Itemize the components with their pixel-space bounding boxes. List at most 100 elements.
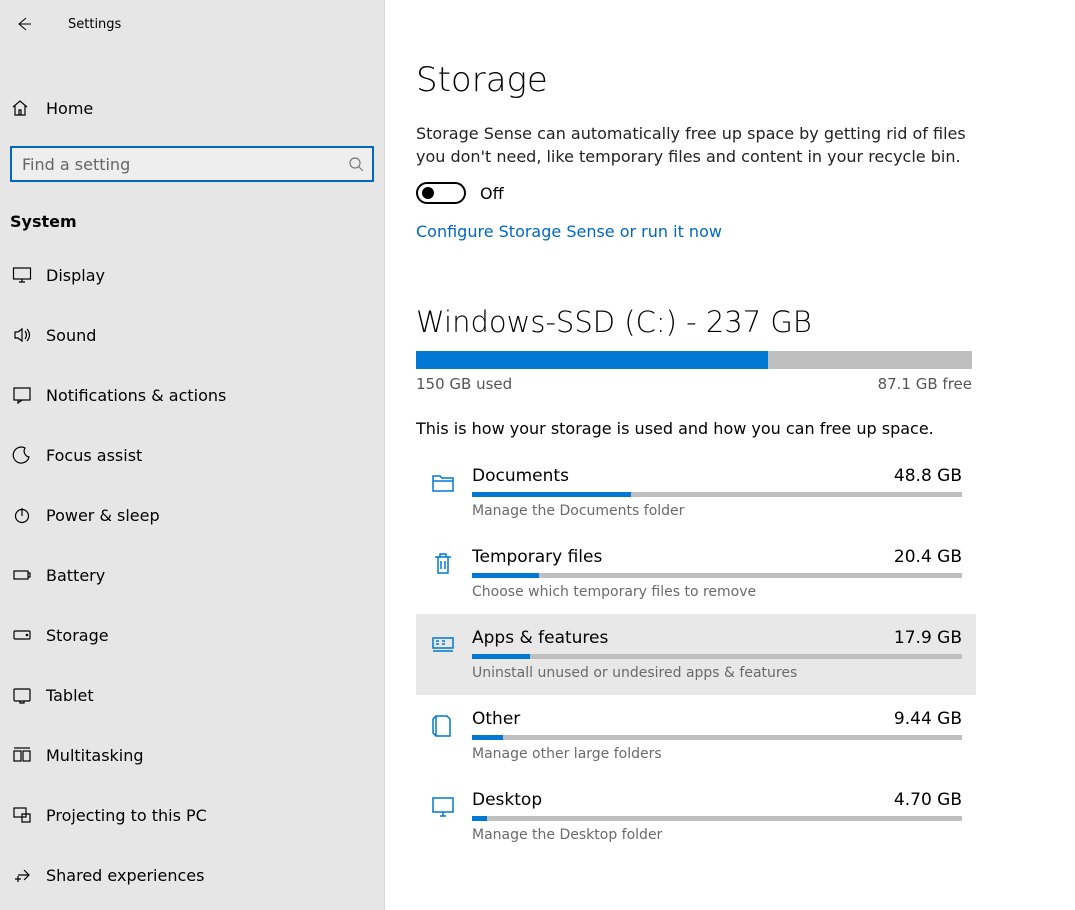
documents-icon <box>428 470 458 519</box>
category-bar-fill <box>472 573 539 578</box>
storage-sense-toggle-state: Off <box>480 184 504 203</box>
sidebar-item-focus[interactable]: Focus assist <box>0 425 384 485</box>
category-bar <box>472 573 962 578</box>
other-icon <box>428 713 458 762</box>
category-size: 4.70 GB <box>894 790 962 810</box>
category-name: Documents <box>472 466 569 486</box>
category-hint: Manage other large folders <box>472 746 962 762</box>
sidebar-item-battery[interactable]: Battery <box>0 545 384 605</box>
category-title-row: Desktop 4.70 GB <box>472 790 962 810</box>
category-bar-fill <box>472 735 503 740</box>
sidebar-item-label: Sound <box>46 326 96 345</box>
category-name: Temporary files <box>472 547 602 567</box>
sidebar-item-label: Power & sleep <box>46 506 160 525</box>
category-bar <box>472 816 962 821</box>
category-size: 17.9 GB <box>894 628 962 648</box>
notifications-icon <box>10 385 34 405</box>
category-bar <box>472 654 962 659</box>
category-title-row: Temporary files 20.4 GB <box>472 547 962 567</box>
sidebar-item-storage[interactable]: Storage <box>0 605 384 665</box>
tablet-icon <box>10 685 34 705</box>
category-row-apps[interactable]: Apps & features 17.9 GB Uninstall unused o… <box>416 614 976 695</box>
battery-icon <box>10 565 34 585</box>
sidebar-item-display[interactable]: Display <box>0 245 384 305</box>
storage-icon <box>10 625 34 645</box>
drive-usage-fill <box>416 351 768 369</box>
category-bar <box>472 735 962 740</box>
sidebar-item-label: Shared experiences <box>46 866 204 885</box>
search-box[interactable] <box>10 146 374 182</box>
storage-sense-description: Storage Sense can automatically free up … <box>416 122 976 168</box>
category-title-row: Documents48.8 GB <box>472 466 962 486</box>
storage-sense-toggle[interactable] <box>416 182 466 204</box>
power-icon <box>10 505 34 525</box>
sidebar-item-notifications[interactable]: Notifications & actions <box>0 365 384 425</box>
content-area: Storage Storage Sense can automatically … <box>386 0 1075 910</box>
sidebar-item-shared[interactable]: Shared experiences <box>0 845 384 905</box>
category-body: Temporary files 20.4 GB Choose which tempo… <box>472 547 962 600</box>
multitask-icon <box>10 745 34 765</box>
sidebar: Settings Home System Display Sound Notific… <box>0 0 385 910</box>
search-icon <box>348 156 364 172</box>
sidebar-item-label: Display <box>46 266 105 285</box>
category-size: 9.44 GB <box>894 709 962 729</box>
sidebar-item-label: Focus assist <box>46 446 142 465</box>
arrow-left-icon <box>16 16 32 32</box>
category-hint: Choose which temporary files to remove <box>472 584 962 600</box>
drive-used-label: 150 GB used <box>416 375 512 393</box>
category-body: Desktop 4.70 GB Manage the Desktop folder <box>472 790 962 843</box>
category-bar-fill <box>472 654 530 659</box>
sidebar-item-projecting[interactable]: Projecting to this PC <box>0 785 384 845</box>
category-hint: Uninstall unused or undesired apps & fea… <box>472 665 962 681</box>
sidebar-item-label: Storage <box>46 626 109 645</box>
category-row-other[interactable]: Other 9.44 GB Manage other large folders <box>416 695 976 776</box>
sidebar-item-multitask[interactable]: Multitasking <box>0 725 384 785</box>
focus-icon <box>10 445 34 465</box>
category-hint: Manage the Documents folder <box>472 503 962 519</box>
sidebar-item-label: Tablet <box>46 686 94 705</box>
app-title: Settings <box>48 17 121 32</box>
page-title: Storage <box>416 60 1045 100</box>
desktop-icon <box>428 794 458 843</box>
usage-breakdown-description: This is how your storage is used and how… <box>416 419 1045 438</box>
sidebar-item-label: Projecting to this PC <box>46 806 207 825</box>
back-button[interactable] <box>0 0 48 48</box>
category-list: Documents48.8 GB Manage the Documents fol… <box>416 452 1045 857</box>
drive-heading: Windows-SSD (C:) - 237 GB <box>416 305 1045 339</box>
sidebar-item-label: Multitasking <box>46 746 144 765</box>
titlebar-left: Settings <box>0 0 384 48</box>
sound-icon <box>10 325 34 345</box>
display-icon <box>10 265 34 285</box>
drive-usage-bar <box>416 351 972 369</box>
storage-sense-toggle-row: Off <box>416 182 1045 204</box>
home-label: Home <box>46 99 93 118</box>
category-row-documents[interactable]: Documents48.8 GB Manage the Documents fol… <box>416 452 976 533</box>
sidebar-item-label: Notifications & actions <box>46 386 226 405</box>
category-name: Apps & features <box>472 628 608 648</box>
category-title-row: Other 9.44 GB <box>472 709 962 729</box>
category-row-temp[interactable]: Temporary files 20.4 GB Choose which tempo… <box>416 533 976 614</box>
sidebar-item-sound[interactable]: Sound <box>0 305 384 365</box>
category-row-desktop[interactable]: Desktop 4.70 GB Manage the Desktop folder <box>416 776 976 857</box>
apps-icon <box>428 632 458 681</box>
configure-storage-sense-link[interactable]: Configure Storage Sense or run it now <box>416 222 1045 241</box>
projecting-icon <box>10 805 34 825</box>
sidebar-item-tablet[interactable]: Tablet <box>0 665 384 725</box>
category-body: Apps & features 17.9 GB Uninstall unused o… <box>472 628 962 681</box>
category-hint: Manage the Desktop folder <box>472 827 962 843</box>
category-size: 20.4 GB <box>894 547 962 567</box>
category-bar <box>472 492 962 497</box>
category-name: Other <box>472 709 520 729</box>
sidebar-item-home[interactable]: Home <box>0 78 384 138</box>
category-body: Documents48.8 GB Manage the Documents fol… <box>472 466 962 519</box>
drive-free-label: 87.1 GB free <box>878 375 972 393</box>
category-bar-fill <box>472 816 487 821</box>
category-name: Desktop <box>472 790 542 810</box>
category-body: Other 9.44 GB Manage other large folders <box>472 709 962 762</box>
section-header-system: System <box>0 186 384 245</box>
sidebar-item-power[interactable]: Power & sleep <box>0 485 384 545</box>
search-input[interactable] <box>20 154 348 175</box>
home-icon <box>10 98 34 118</box>
shared-icon <box>10 865 34 885</box>
toggle-knob <box>422 187 434 199</box>
